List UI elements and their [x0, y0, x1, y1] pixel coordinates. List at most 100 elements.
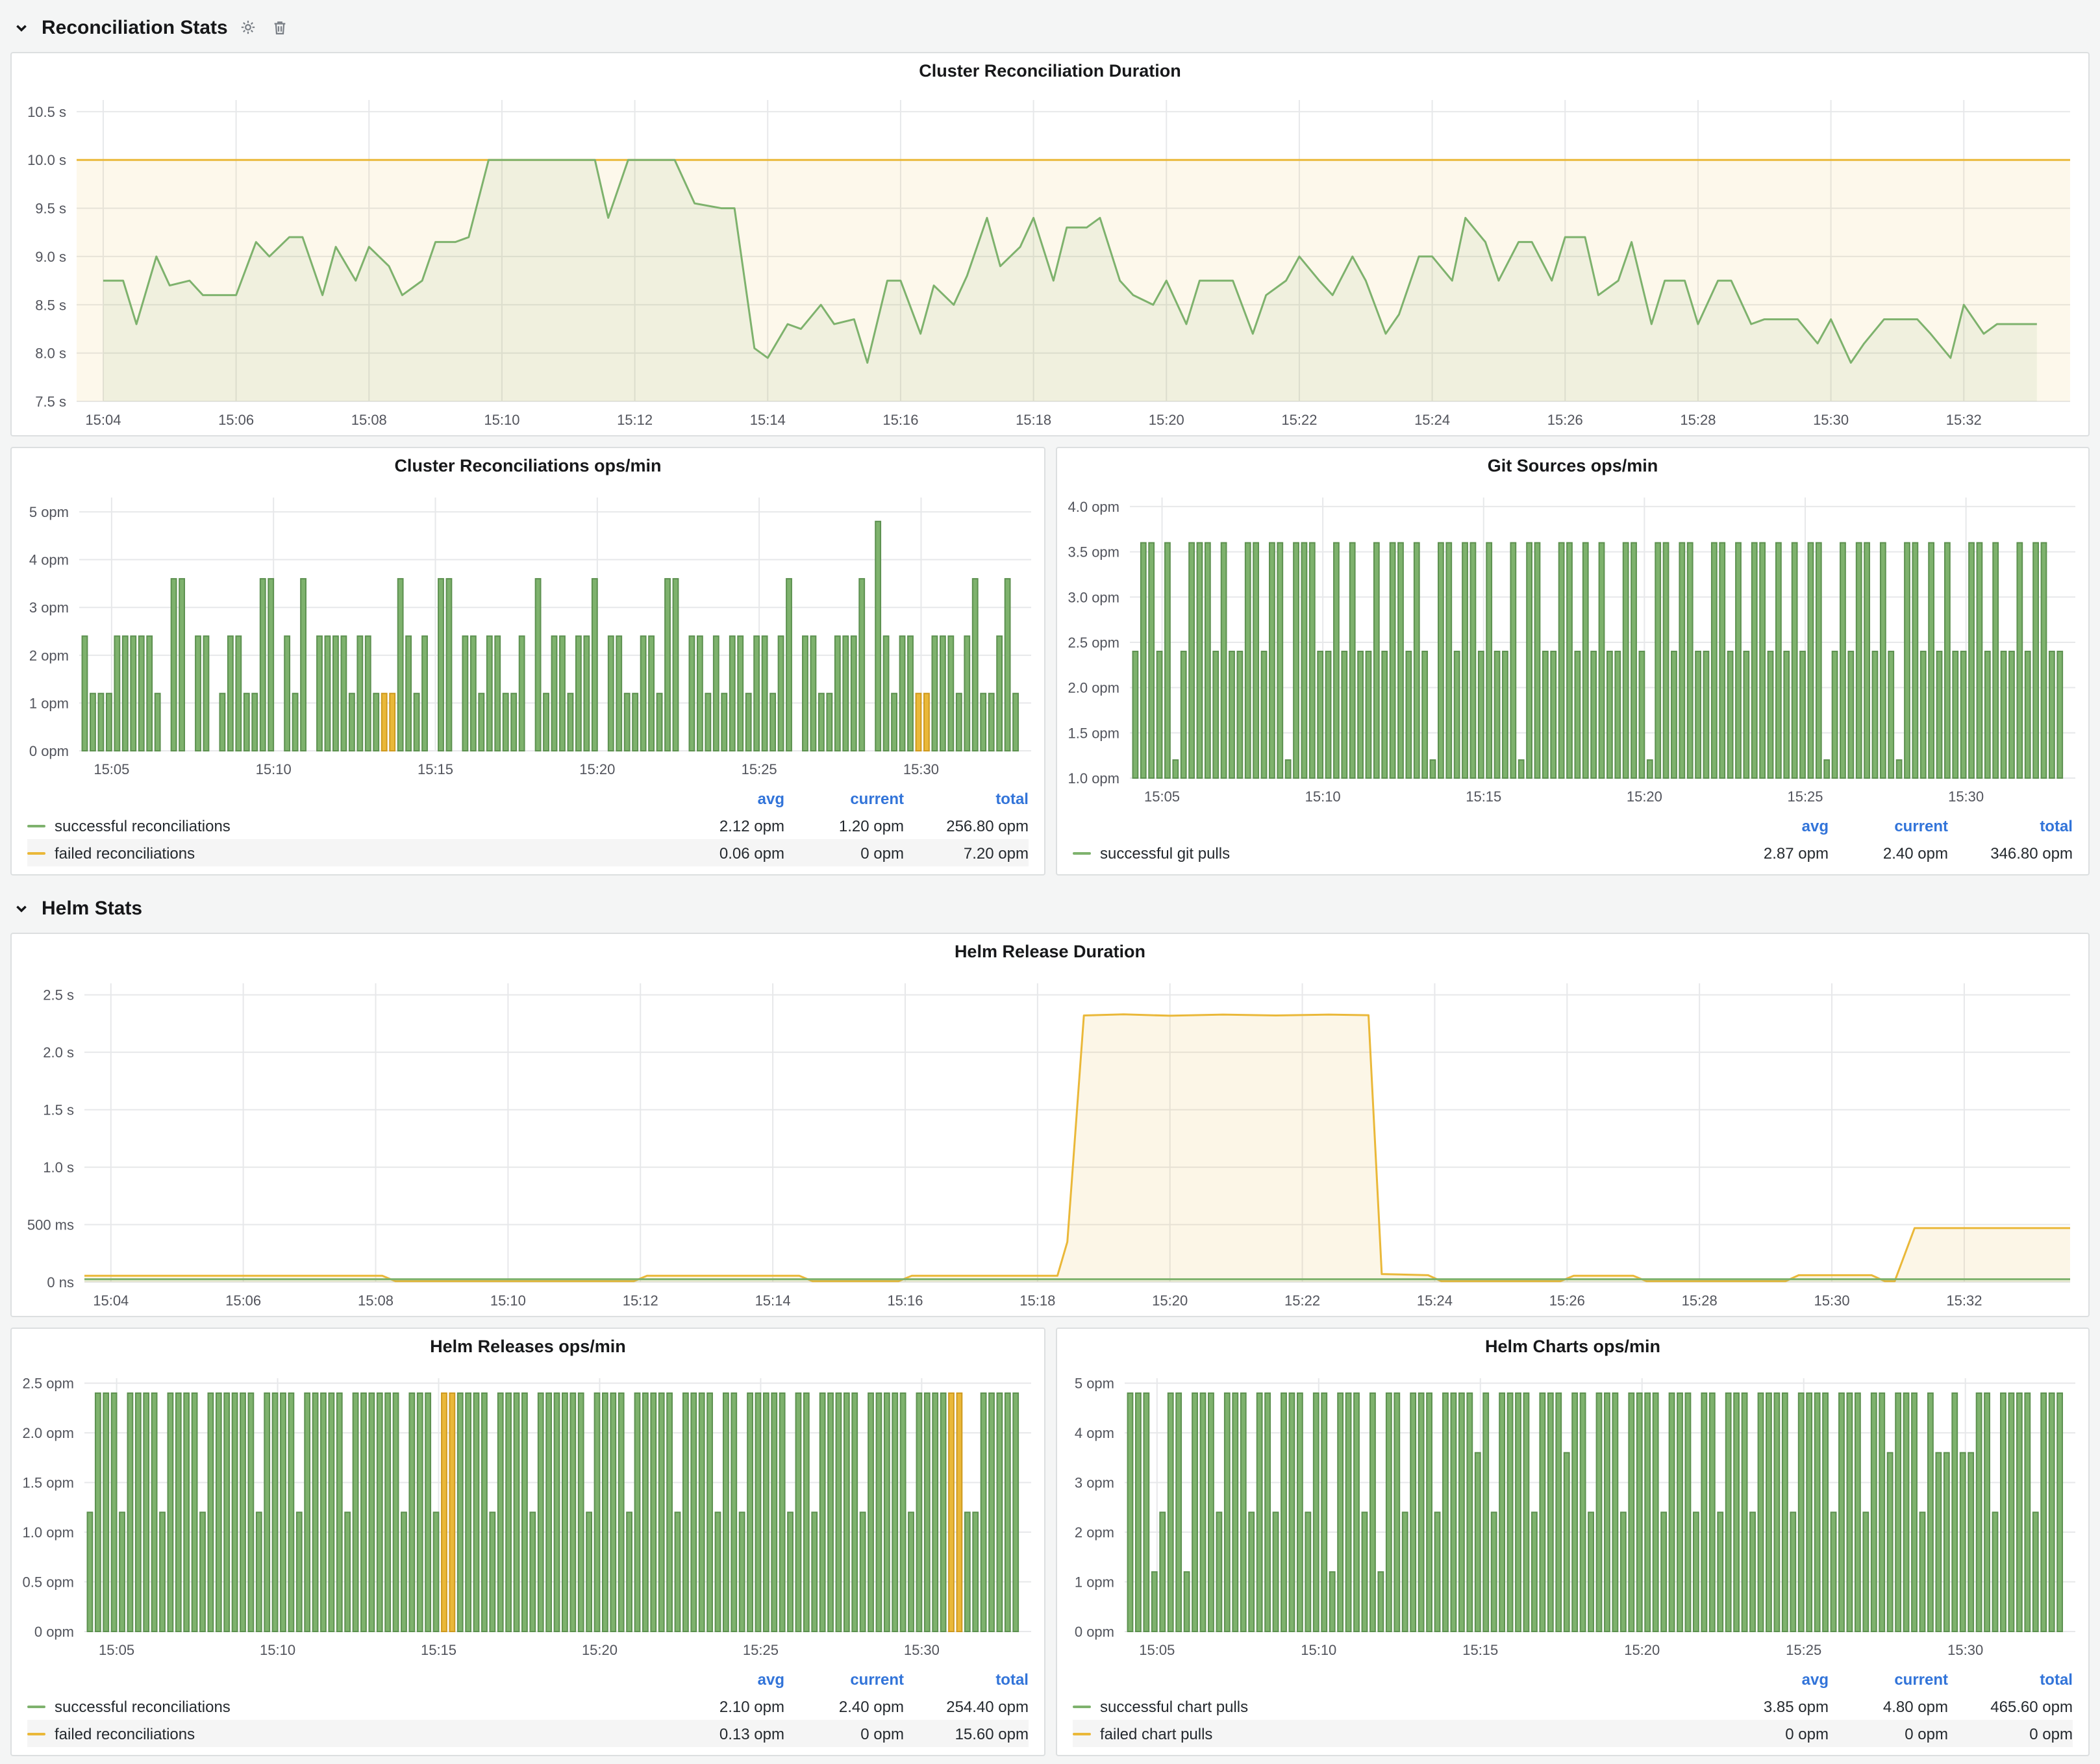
- svg-text:15:05: 15:05: [1139, 1642, 1175, 1658]
- section-title[interactable]: Reconciliation Stats: [42, 16, 228, 38]
- legend-col-total[interactable]: total: [1948, 816, 2073, 835]
- dashboard: Reconciliation Stats Cluster Reconciliat…: [0, 0, 2100, 1764]
- panel-cluster-reconciliation-duration: Cluster Reconciliation Duration 7.5 s8.0…: [10, 52, 2090, 436]
- series-color-swatch: [1073, 851, 1091, 854]
- svg-text:10.5 s: 10.5 s: [27, 104, 66, 120]
- panel-helm-releases-opm: Helm Releases ops/min 0 opm0.5 opm1.0 op…: [10, 1328, 1045, 1756]
- chart-cluster-reconciliation-duration[interactable]: 7.5 s8.0 s8.5 s9.0 s9.5 s10.0 s10.5 s15:…: [12, 90, 2088, 435]
- panel-helm-release-duration: Helm Release Duration 0 ns500 ms1.0 s1.5…: [10, 933, 2090, 1317]
- series-color-swatch: [1073, 1732, 1091, 1735]
- chevron-down-icon[interactable]: [10, 17, 31, 38]
- legend-label[interactable]: failed chart pulls: [1100, 1724, 1212, 1743]
- svg-text:15:04: 15:04: [85, 412, 121, 428]
- legend-col-avg[interactable]: avg: [665, 789, 784, 807]
- legend-total-value: 15.60 opm: [904, 1724, 1029, 1743]
- svg-text:15:10: 15:10: [490, 1292, 526, 1309]
- legend: avg current total successful git pulls 2…: [1057, 812, 2088, 874]
- legend-current-value: 0 opm: [784, 1724, 904, 1743]
- chart-helm-releases-opm[interactable]: 0 opm0.5 opm1.0 opm1.5 opm2.0 opm2.5 opm…: [12, 1365, 1044, 1665]
- legend-avg-value: 2.10 opm: [665, 1697, 784, 1715]
- legend-label[interactable]: failed reconciliations: [55, 1724, 195, 1743]
- section-header-reconciliation-stats[interactable]: Reconciliation Stats: [10, 10, 2090, 44]
- panel-title[interactable]: Cluster Reconciliations ops/min: [12, 448, 1044, 485]
- svg-text:15:15: 15:15: [1462, 1642, 1498, 1658]
- legend-col-total[interactable]: total: [904, 789, 1029, 807]
- svg-text:2.0 s: 2.0 s: [43, 1044, 74, 1061]
- legend-col-current[interactable]: current: [784, 789, 904, 807]
- legend-avg-value: 0 opm: [1709, 1724, 1829, 1743]
- legend-col-current[interactable]: current: [1829, 816, 1948, 835]
- svg-text:15:06: 15:06: [225, 1292, 261, 1309]
- legend-label[interactable]: successful git pulls: [1100, 844, 1230, 862]
- legend-current-value: 4.80 opm: [1829, 1697, 1948, 1715]
- legend: avg current total successful reconciliat…: [12, 785, 1044, 874]
- gear-icon[interactable]: [238, 17, 259, 38]
- svg-text:15:30: 15:30: [1814, 1292, 1850, 1309]
- legend-avg-value: 2.12 opm: [665, 816, 784, 835]
- svg-text:15:28: 15:28: [1682, 1292, 1718, 1309]
- trash-icon[interactable]: [269, 17, 290, 38]
- series-color-swatch: [1073, 1705, 1091, 1707]
- svg-text:0 opm: 0 opm: [29, 743, 69, 759]
- panel-title[interactable]: Helm Releases ops/min: [12, 1329, 1044, 1365]
- panel-title[interactable]: Cluster Reconciliation Duration: [12, 53, 2088, 90]
- svg-text:15:30: 15:30: [1947, 1642, 1983, 1658]
- legend-row-successful-reconciliations: successful reconciliations 2.10 opm 2.40…: [27, 1693, 1029, 1720]
- legend-col-total[interactable]: total: [904, 1670, 1029, 1688]
- legend-row-successful-reconciliations: successful reconciliations 2.12 opm 1.20…: [27, 812, 1029, 839]
- svg-text:3.5 opm: 3.5 opm: [1068, 544, 1120, 561]
- svg-text:15:16: 15:16: [882, 412, 918, 428]
- chart-helm-release-duration[interactable]: 0 ns500 ms1.0 s1.5 s2.0 s2.5 s15:0415:06…: [12, 970, 2088, 1316]
- svg-text:15:32: 15:32: [1946, 1292, 1982, 1309]
- legend-total-value: 254.40 opm: [904, 1697, 1029, 1715]
- svg-text:15:20: 15:20: [582, 1642, 618, 1658]
- svg-text:0 opm: 0 opm: [34, 1624, 74, 1640]
- svg-text:15:22: 15:22: [1281, 412, 1317, 428]
- legend-col-avg[interactable]: avg: [1709, 816, 1829, 835]
- legend-avg-value: 3.85 opm: [1709, 1697, 1829, 1715]
- panel-title[interactable]: Helm Release Duration: [12, 934, 2088, 970]
- section-title[interactable]: Helm Stats: [42, 897, 142, 919]
- svg-text:15:08: 15:08: [351, 412, 387, 428]
- legend-label[interactable]: successful chart pulls: [1100, 1697, 1248, 1715]
- svg-text:15:12: 15:12: [617, 412, 653, 428]
- svg-text:1.5 opm: 1.5 opm: [23, 1475, 75, 1491]
- legend: avg current total successful chart pulls…: [1057, 1665, 2088, 1755]
- legend-total-value: 256.80 opm: [904, 816, 1029, 835]
- legend-current-value: 1.20 opm: [784, 816, 904, 835]
- legend-row-successful-chart-pulls: successful chart pulls 3.85 opm 4.80 opm…: [1073, 1693, 2073, 1720]
- svg-text:15:30: 15:30: [1813, 412, 1849, 428]
- panel-title[interactable]: Helm Charts ops/min: [1057, 1329, 2088, 1365]
- section-header-helm-stats[interactable]: Helm Stats: [10, 891, 2090, 925]
- legend-label[interactable]: failed reconciliations: [55, 844, 195, 862]
- svg-text:15:16: 15:16: [887, 1292, 923, 1309]
- chart-git-sources-opm[interactable]: 1.0 opm1.5 opm2.0 opm2.5 opm3.0 opm3.5 o…: [1057, 485, 2088, 812]
- legend-col-total[interactable]: total: [1948, 1670, 2073, 1688]
- legend-row-failed-reconciliations: failed reconciliations 0.13 opm 0 opm 15…: [27, 1720, 1029, 1747]
- chevron-down-icon[interactable]: [10, 898, 31, 918]
- svg-text:7.5 s: 7.5 s: [35, 394, 66, 410]
- svg-text:15:15: 15:15: [1466, 788, 1501, 805]
- svg-text:15:26: 15:26: [1549, 1292, 1585, 1309]
- svg-text:2 opm: 2 opm: [29, 648, 69, 664]
- legend-col-current[interactable]: current: [784, 1670, 904, 1688]
- panel-cluster-reconciliations-opm: Cluster Reconciliations ops/min 0 opm 1 o…: [10, 447, 1045, 876]
- chart-cluster-reconciliations-opm[interactable]: 0 opm1 opm2 opm3 opm4 opm5 opm15:0515:10…: [12, 485, 1044, 785]
- svg-text:1 opm: 1 opm: [29, 695, 69, 711]
- legend-avg-value: 2.87 opm: [1709, 844, 1829, 862]
- legend-label[interactable]: successful reconciliations: [55, 1697, 231, 1715]
- svg-text:15:10: 15:10: [1305, 788, 1341, 805]
- legend-col-avg[interactable]: avg: [665, 1670, 784, 1688]
- chart-helm-charts-opm[interactable]: 0 opm1 opm2 opm3 opm4 opm5 opm15:0515:10…: [1057, 1365, 2088, 1665]
- svg-text:2.5 opm: 2.5 opm: [23, 1376, 75, 1392]
- legend-label[interactable]: successful reconciliations: [55, 816, 231, 835]
- series-color-swatch: [27, 1705, 45, 1707]
- svg-text:1 opm: 1 opm: [1075, 1574, 1114, 1591]
- panel-title[interactable]: Git Sources ops/min: [1057, 448, 2088, 485]
- svg-text:4.0 opm: 4.0 opm: [1068, 499, 1120, 515]
- svg-text:15:10: 15:10: [260, 1642, 295, 1658]
- svg-text:1.0 opm: 1.0 opm: [23, 1524, 75, 1541]
- svg-text:15:10: 15:10: [484, 412, 519, 428]
- legend-col-current[interactable]: current: [1829, 1670, 1948, 1688]
- legend-col-avg[interactable]: avg: [1709, 1670, 1829, 1688]
